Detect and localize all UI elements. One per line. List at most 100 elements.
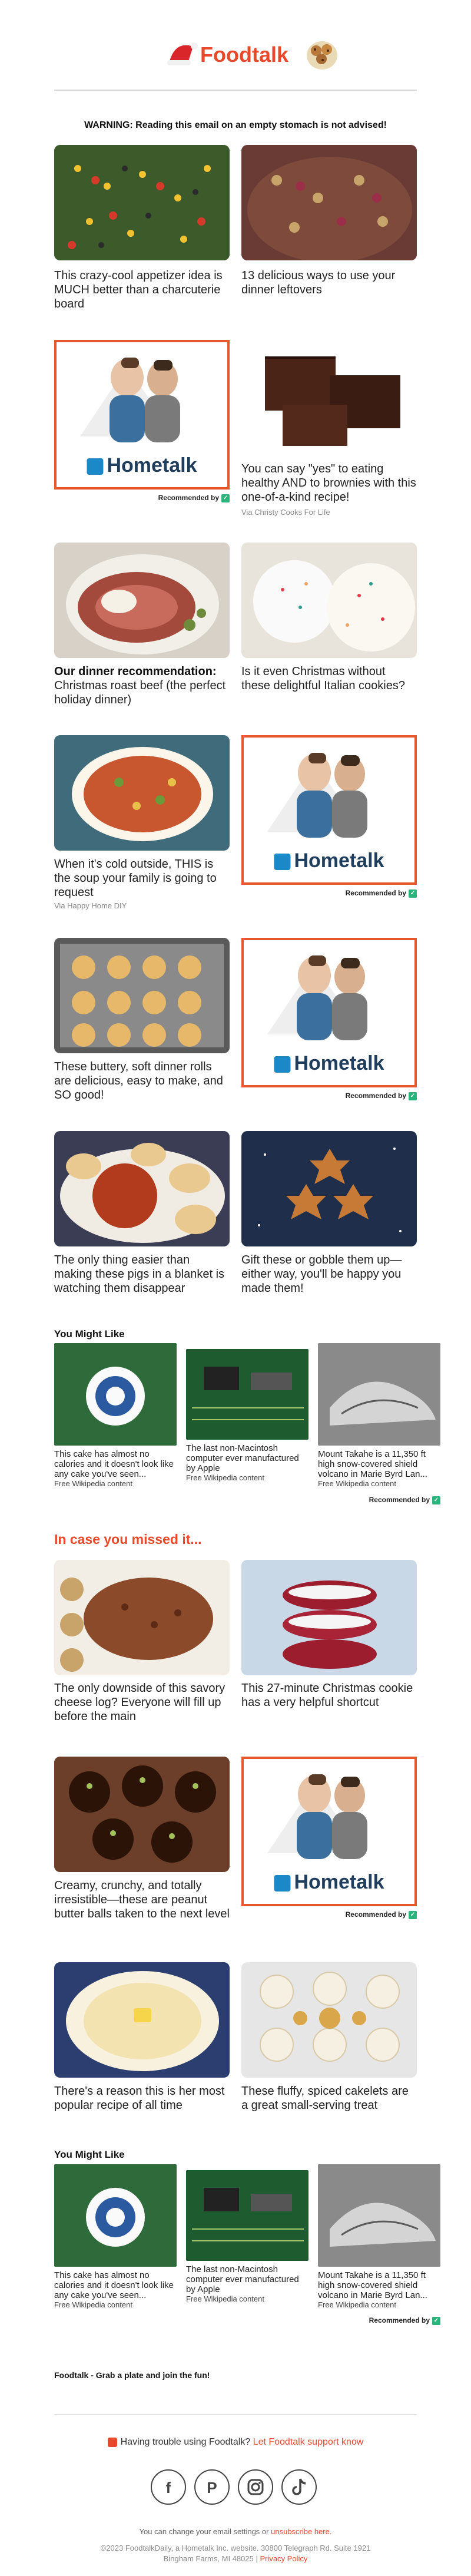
article-image[interactable] (54, 735, 230, 851)
article-source: Via Happy Home DIY (54, 901, 127, 910)
article-image[interactable] (241, 145, 417, 260)
recommended-logo-icon: ✓ (409, 889, 417, 898)
recommended-image (318, 1343, 440, 1446)
recommended-bar[interactable]: Recommended by ✓ (318, 2316, 440, 2325)
recommended-bar[interactable]: Recommended by ✓ (54, 494, 230, 502)
recommended-source: Free Wikipedia content (318, 2300, 396, 2309)
article-image[interactable] (241, 543, 417, 658)
tiktok-icon[interactable] (281, 2469, 317, 2505)
article-caption[interactable]: Gift these or gobble them up—either way,… (241, 1253, 417, 1295)
you-might-like-title: You Might Like (54, 1328, 125, 1340)
hometalk-ad[interactable]: Hometalk (54, 340, 230, 490)
recommended-source: Free Wikipedia content (54, 1479, 132, 1488)
support-link[interactable]: Let Foodtalk support know (253, 2437, 364, 2447)
recommended-image (186, 2170, 309, 2261)
warning-text: WARNING: Reading this email on an empty … (84, 120, 387, 130)
article-caption[interactable]: The only downside of this savory cheese … (54, 1681, 230, 1724)
recommended-bar[interactable]: Recommended by ✓ (241, 1092, 417, 1100)
santa-hat-icon (167, 42, 198, 65)
recommended-caption: This cake has almost no calories and it … (54, 1449, 174, 1479)
recommended-source: Free Wikipedia content (186, 1473, 264, 1482)
recommended-source: Free Wikipedia content (186, 2294, 264, 2303)
recommended-bar[interactable]: Recommended by ✓ (241, 1910, 417, 1919)
article-caption[interactable]: Our dinner recommendation: Christmas roas… (54, 664, 230, 707)
unsubscribe-link[interactable]: unsubscribe here. (271, 2527, 331, 2536)
house-icon (87, 458, 104, 475)
recommended-source: Free Wikipedia content (54, 2300, 132, 2309)
caption-highlight: Our dinner recommendation: (54, 665, 217, 678)
article-caption[interactable]: This crazy-cool appetizer idea is MUCH b… (54, 269, 230, 311)
article-image[interactable] (241, 1560, 417, 1675)
article-caption[interactable]: There's a reason this is her most popula… (54, 2084, 230, 2112)
support-line: Having trouble using Foodtalk? Let Foodt… (54, 2437, 417, 2448)
header-divider (54, 90, 417, 91)
article-caption[interactable]: Is it even Christmas without these delig… (241, 664, 417, 693)
company-address: ©2023 FoodtalkDaily, a Hometalk Inc. web… (100, 2544, 371, 2552)
recommended-logo-icon: ✓ (432, 2316, 440, 2325)
recommended-logo-icon: ✓ (409, 1092, 417, 1100)
hometalk-ad[interactable]: Hometalk (241, 735, 417, 885)
hometalk-ad[interactable]: Hometalk (241, 938, 417, 1087)
recommended-card[interactable]: The last non-Macintosh computer ever man… (186, 1349, 309, 1482)
recommended-caption: Mount Takahe is a 11,350 ft high snow-co… (318, 1449, 427, 1479)
article-image[interactable] (241, 1131, 417, 1246)
article-image[interactable] (54, 1560, 230, 1675)
article-caption[interactable]: When it's cold outside, THIS is the soup… (54, 857, 230, 900)
hometalk-brand: Hometalk (87, 454, 197, 477)
footer-tagline: Foodtalk - Grab a plate and join the fun… (54, 2370, 210, 2380)
recommended-image (318, 2164, 440, 2267)
recommended-card[interactable]: This cake has almost no calories and it … (54, 2164, 177, 2309)
house-icon (274, 1056, 291, 1073)
hometalk-brand: Hometalk (274, 849, 384, 872)
recommended-card[interactable]: Mount Takahe is a 11,350 ft high snow-co… (318, 2164, 440, 2309)
privacy-policy-link[interactable]: Privacy Policy (260, 2554, 307, 2563)
recommended-card[interactable]: This cake has almost no calories and it … (54, 1343, 177, 1488)
svg-text:f: f (166, 2479, 171, 2496)
recommended-bar[interactable]: Recommended by ✓ (318, 1496, 440, 1504)
recommended-bar[interactable]: Recommended by ✓ (241, 889, 417, 898)
article-source: Via Christy Cooks For Life (241, 508, 330, 517)
article-image[interactable] (54, 1757, 230, 1872)
recommended-caption: This cake has almost no calories and it … (54, 2270, 174, 2300)
article-caption[interactable]: The only thing easier than making these … (54, 1253, 230, 1295)
missed-section-title: In case you missed it... (54, 1532, 202, 1547)
article-caption[interactable]: This 27-minute Christmas cookie has a ve… (241, 1681, 417, 1709)
article-image[interactable] (241, 1962, 417, 2078)
recommended-logo-icon: ✓ (409, 1910, 417, 1919)
house-icon (274, 854, 291, 871)
recommended-image (54, 2164, 177, 2267)
hometalk-ad[interactable]: Hometalk (241, 1757, 417, 1906)
recommended-caption: The last non-Macintosh computer ever man… (186, 1443, 299, 1473)
svg-text:P: P (207, 2479, 217, 2496)
brand-name: Foodtalk (200, 42, 288, 67)
hometalk-brand: Hometalk (274, 1871, 384, 1894)
you-might-like-title: You Might Like (54, 2149, 125, 2160)
support-icon (107, 2437, 117, 2447)
article-image[interactable] (54, 938, 230, 1053)
hometalk-brand: Hometalk (274, 1052, 384, 1075)
article-caption[interactable]: 13 delicious ways to use your dinner lef… (241, 269, 417, 297)
foodtalk-logo[interactable]: Foodtalk (167, 32, 347, 73)
article-image[interactable] (54, 145, 230, 260)
article-caption[interactable]: These buttery, soft dinner rolls are del… (54, 1060, 230, 1102)
recommended-image (186, 1349, 309, 1440)
recommended-image (54, 1343, 177, 1446)
article-caption[interactable]: These fluffy, spiced cakelets are a grea… (241, 2084, 417, 2112)
article-caption[interactable]: Creamy, crunchy, and totally irresistibl… (54, 1879, 230, 1921)
article-caption[interactable]: You can say "yes" to eating healthy AND … (241, 462, 417, 504)
cookie-jar-icon (307, 41, 337, 70)
house-icon (274, 1875, 291, 1892)
recommended-card[interactable]: Mount Takahe is a 11,350 ft high snow-co… (318, 1343, 440, 1488)
instagram-icon[interactable] (238, 2469, 273, 2505)
pinterest-icon[interactable]: P (194, 2469, 230, 2505)
article-image[interactable] (54, 1131, 230, 1246)
company-address-line2: Bingham Farms, MI 48025 | Privacy Policy (163, 2554, 308, 2563)
article-image[interactable] (54, 1962, 230, 2078)
article-image[interactable] (54, 543, 230, 658)
recommended-caption: The last non-Macintosh computer ever man… (186, 2264, 299, 2294)
recommended-source: Free Wikipedia content (318, 1479, 396, 1488)
recommended-card[interactable]: The last non-Macintosh computer ever man… (186, 2170, 309, 2303)
facebook-icon[interactable]: f (151, 2469, 186, 2505)
recommended-logo-icon: ✓ (221, 494, 230, 502)
article-image[interactable] (247, 340, 411, 455)
